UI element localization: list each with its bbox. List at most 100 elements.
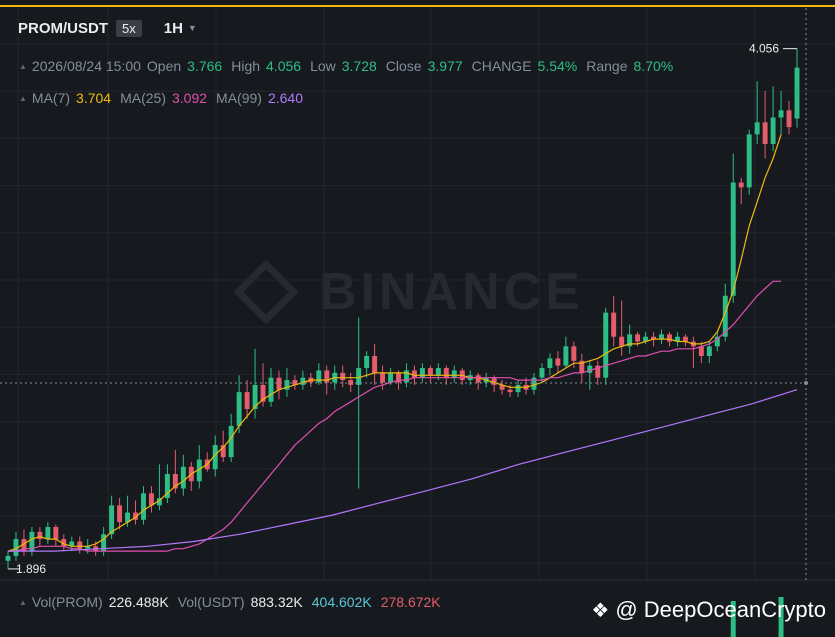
chevron-down-icon[interactable]: ▼ — [188, 23, 197, 33]
candle-body — [619, 336, 625, 347]
candle-body — [762, 122, 768, 145]
vol-usdt-label: Vol(USDT) — [177, 594, 245, 610]
candle-body — [117, 505, 123, 523]
candle-body — [706, 346, 712, 356]
leverage-badge[interactable]: 5x — [116, 19, 142, 37]
volume-info-row: ▲ Vol(PROM) 226.488K Vol(USDT) 883.32K 4… — [19, 593, 441, 611]
ma99-label: MA(99) — [216, 90, 262, 106]
candle-body — [340, 372, 346, 381]
candle-body — [563, 346, 569, 366]
collapse-toggle-icon[interactable]: ▲ — [19, 598, 27, 607]
candle-body — [37, 531, 43, 540]
candle-body — [746, 134, 752, 188]
candle-body — [730, 182, 736, 296]
collapse-toggle-icon[interactable]: ▲ — [19, 94, 27, 103]
range-label: Range — [586, 58, 628, 74]
ma99-value: 2.640 — [267, 90, 303, 106]
range-value: 8.70% — [633, 58, 674, 74]
ma7-label: MA(7) — [31, 90, 71, 106]
candle-body — [786, 110, 792, 128]
trading-pair[interactable]: PROM/USDT — [18, 20, 108, 37]
candle-body — [531, 377, 537, 390]
candle-body — [571, 346, 577, 361]
candle-body — [45, 527, 51, 540]
min-price-label: 1.896 — [16, 562, 46, 576]
candle-body — [667, 334, 672, 342]
candle-body — [659, 334, 664, 340]
candle-body — [77, 541, 83, 549]
candle-body — [411, 370, 417, 378]
ma99-line — [8, 389, 798, 552]
candle-timestamp: 2026/08/24 15:00 — [31, 58, 141, 74]
max-price-label: 4.056 — [749, 42, 779, 56]
candle-body — [244, 392, 250, 409]
candle-body — [380, 372, 386, 383]
candle-body — [682, 336, 688, 342]
candle-body — [778, 110, 784, 118]
candle-body — [356, 368, 362, 385]
collapse-toggle-icon[interactable]: ▲ — [19, 62, 27, 71]
candle-body — [738, 182, 744, 188]
vol-prom-value: 226.488K — [108, 594, 169, 610]
candle-body — [507, 389, 513, 393]
vol-usdt-value: 883.32K — [250, 594, 303, 610]
change-label: CHANGE — [471, 58, 532, 74]
candle-body — [276, 377, 282, 390]
vol-prom-label: Vol(PROM) — [31, 594, 103, 610]
candle-body — [603, 312, 609, 378]
diamond-logo-icon: ❖ — [591, 599, 610, 622]
interval-selector[interactable]: 1H — [164, 20, 183, 37]
candle-body — [794, 67, 800, 119]
change-value: 5.54% — [537, 58, 578, 74]
ma7-line — [7, 134, 782, 552]
ohlc-info-row: ▲ 2026/08/24 15:00 Open 3.766 High 4.056… — [19, 57, 673, 75]
close-value: 3.977 — [427, 58, 463, 74]
ma25-value: 3.092 — [172, 90, 208, 106]
candle-body — [451, 370, 457, 378]
ma7-value: 3.704 — [76, 90, 112, 106]
candle-body — [555, 358, 561, 366]
ma25-label: MA(25) — [120, 90, 166, 106]
open-label: Open — [146, 58, 182, 74]
candle-body — [364, 355, 370, 369]
candle-body — [300, 377, 306, 385]
candle-body — [547, 358, 553, 369]
candle-body — [698, 346, 704, 356]
candle-body — [539, 368, 545, 378]
attribution-text: @ DeepOceanCrypto — [615, 597, 826, 622]
candle-body — [635, 334, 641, 342]
chart-header: PROM/USDT 5x 1H ▼ — [18, 17, 197, 39]
candle-body — [427, 368, 433, 376]
candle-body — [236, 392, 242, 426]
vol-sell-value: 278.672K — [380, 594, 441, 610]
candle-body — [611, 312, 617, 337]
candle-body — [53, 527, 59, 540]
candle-body — [109, 505, 115, 535]
vol-buy-value: 404.602K — [311, 594, 372, 610]
candle-body — [491, 377, 497, 385]
candle-body — [515, 384, 521, 393]
candle-body — [372, 355, 378, 373]
low-value: 3.728 — [341, 58, 377, 74]
candle-body — [587, 365, 593, 373]
high-label: High — [231, 58, 261, 74]
candle-body — [228, 425, 234, 458]
candle-body — [435, 368, 441, 376]
ma-info-row: ▲ MA(7) 3.704 MA(25) 3.092 MA(99) 2.640 — [19, 89, 303, 107]
ma25-line — [167, 280, 782, 552]
attribution: ❖ @ DeepOceanCrypto — [591, 597, 826, 623]
candle-body — [770, 117, 776, 145]
candle-body — [419, 368, 425, 378]
high-value: 4.056 — [266, 58, 302, 74]
candle-body — [475, 375, 481, 383]
close-label: Close — [385, 58, 422, 74]
candle-body — [148, 493, 154, 506]
candle-body — [443, 368, 449, 378]
candle-body — [180, 466, 186, 489]
candle-body — [5, 555, 11, 561]
candle-body — [754, 122, 760, 135]
open-value: 3.766 — [187, 58, 223, 74]
candle-body — [141, 493, 146, 520]
candle-body — [388, 372, 394, 383]
candle-body — [268, 377, 274, 402]
